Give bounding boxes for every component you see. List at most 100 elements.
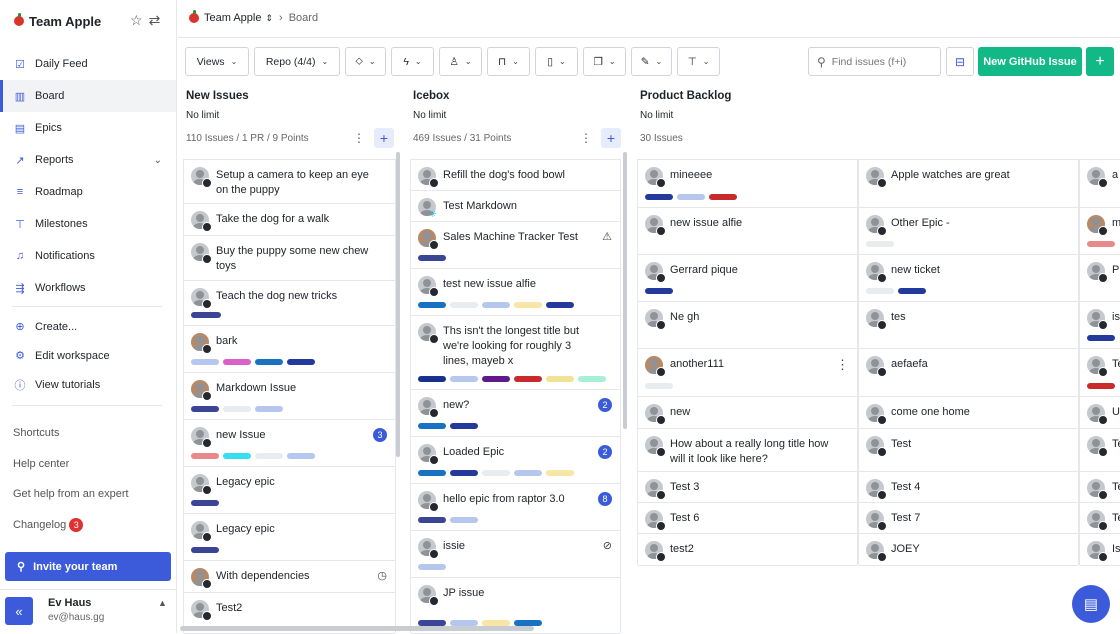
signpost-filter-dropdown[interactable]: ⊤ ⌄	[677, 47, 720, 76]
issue-card[interactable]: Other Epic -	[859, 208, 1078, 255]
issue-card[interactable]: m	[1080, 208, 1120, 255]
changelog-link[interactable]: Changelog 3	[13, 510, 129, 541]
issue-card[interactable]: Ul	[1080, 397, 1120, 429]
search-box[interactable]: ⚲	[808, 47, 941, 76]
add-button[interactable]: +	[1086, 47, 1114, 76]
horizontal-scrollbar[interactable]	[180, 626, 534, 631]
repo-filter-dropdown[interactable]: Repo (4/4) ⌄	[254, 47, 340, 76]
issue-card[interactable]: Legacy epic	[184, 514, 395, 561]
chevron-down-icon[interactable]: ⌄	[154, 155, 162, 166]
assignee-filter-dropdown[interactable]: ♙ ⌄	[439, 47, 482, 76]
add-card-button[interactable]: +	[374, 128, 394, 148]
issue-card[interactable]: a	[1080, 160, 1120, 208]
issue-card[interactable]: Markdown Issue	[184, 373, 395, 420]
search-input[interactable]	[831, 55, 932, 68]
issue-card[interactable]: Setup a camera to keep an eye on the pup…	[184, 160, 395, 204]
issue-card[interactable]: Test 7	[859, 503, 1078, 534]
issue-card[interactable]: Te	[1080, 349, 1120, 397]
issue-card[interactable]: come one home	[859, 397, 1078, 429]
label-filter-dropdown[interactable]: ⬦ ⌄	[345, 47, 386, 76]
issue-card[interactable]: Te	[1080, 429, 1120, 472]
issue-card[interactable]: Gerrard pique	[638, 255, 857, 302]
switch-icon[interactable]: ⇄	[149, 12, 167, 28]
issue-card[interactable]: Test 4	[859, 472, 1078, 503]
issue-card[interactable]: Apple watches are great	[859, 160, 1078, 208]
issue-card[interactable]: another111 ⋮	[638, 349, 857, 397]
edit-filter-dropdown[interactable]: ✎ ⌄	[631, 47, 672, 76]
board-settings-button[interactable]: ⊟	[946, 47, 974, 76]
issue-card[interactable]: Take the dog for a walk	[184, 204, 395, 236]
issue-card[interactable]: hello epic from raptor 3.0 8	[411, 484, 620, 531]
issue-card[interactable]: Te	[1080, 503, 1120, 534]
column-scrollbar[interactable]	[396, 152, 400, 457]
nav-view-tutorials[interactable]: ⓘ View tutorials	[0, 370, 176, 399]
add-card-button[interactable]: +	[601, 128, 621, 148]
document-filter-dropdown[interactable]: ▯ ⌄	[535, 47, 578, 76]
issue-card[interactable]: mineeee	[638, 160, 857, 208]
issue-card[interactable]: Sales Machine Tracker Test ⚠	[411, 222, 620, 269]
milestone-filter-dropdown[interactable]: ⊓ ⌄	[487, 47, 530, 76]
issue-card[interactable]: new Issue 3	[184, 420, 395, 467]
column-scrollbar[interactable]	[623, 152, 627, 429]
nav-workflows[interactable]: ⇶ Workflows	[0, 272, 176, 304]
label-tag	[677, 194, 705, 200]
nav-notifications[interactable]: ♫ Notifications	[0, 240, 176, 272]
nav-epics[interactable]: ▤ Epics	[0, 112, 176, 144]
card-menu-icon[interactable]: ⋮	[836, 357, 849, 373]
issue-card[interactable]: new issue alfie	[638, 208, 857, 255]
issue-card[interactable]: Ne gh	[638, 302, 857, 349]
issue-card[interactable]: Legacy epic	[184, 467, 395, 514]
nav-roadmap[interactable]: ≡ Roadmap	[0, 176, 176, 208]
more-icon[interactable]: ⋮	[580, 131, 592, 145]
help-center-link[interactable]: Help center	[13, 449, 129, 480]
priority-filter-dropdown[interactable]: ϟ ⌄	[391, 47, 434, 76]
issue-card[interactable]: new	[638, 397, 857, 429]
issue-card[interactable]: tes	[859, 302, 1078, 349]
more-icon[interactable]: ⋮	[353, 131, 365, 145]
issue-card[interactable]: aefaefa	[859, 349, 1078, 397]
views-dropdown[interactable]: Views ⌄	[185, 47, 249, 76]
divider	[12, 306, 162, 307]
issue-card[interactable]: With dependencies ◷	[184, 561, 395, 593]
issue-card[interactable]: Teach the dog new tricks	[184, 281, 395, 326]
new-github-issue-button[interactable]: New GitHub Issue	[978, 47, 1082, 76]
nav-edit-workspace[interactable]: ⚙ Edit workspace	[0, 341, 176, 370]
issue-card[interactable]: Test 6	[638, 503, 857, 534]
issue-card[interactable]: new ticket	[859, 255, 1078, 302]
workspace-name: Team Apple	[29, 13, 102, 29]
issue-card[interactable]: Pr	[1080, 255, 1120, 302]
issue-card[interactable]: new? 2	[411, 390, 620, 437]
issue-card[interactable]: bark	[184, 326, 395, 373]
issue-card[interactable]: Test	[859, 429, 1078, 472]
issue-card[interactable]: ✳ Test Markdown	[411, 191, 620, 222]
nav-daily-feed[interactable]: ☑ Daily Feed	[0, 48, 176, 80]
nav-board[interactable]: ▥ Board	[0, 80, 176, 112]
issue-card[interactable]: Loaded Epic 2	[411, 437, 620, 484]
nav-milestones[interactable]: ⊤ Milestones	[0, 208, 176, 240]
issue-card[interactable]: JOEY	[859, 534, 1078, 566]
chevron-up-icon[interactable]: ▲	[158, 598, 167, 608]
shortcuts-link[interactable]: Shortcuts	[13, 418, 129, 449]
nav-reports[interactable]: ↗ Reports ⌄	[0, 144, 176, 176]
issue-card[interactable]: Test 3	[638, 472, 857, 503]
issue-card[interactable]: How about a really long title how will i…	[638, 429, 857, 472]
chat-support-button[interactable]: ▤	[1072, 585, 1110, 623]
nav-create[interactable]: ⊕ Create...	[0, 312, 176, 341]
star-icon[interactable]: ☆	[130, 12, 149, 28]
issue-card[interactable]: issie ⊘	[411, 531, 620, 578]
issue-card[interactable]: test new issue alfie	[411, 269, 620, 316]
copy-filter-dropdown[interactable]: ❐ ⌄	[583, 47, 626, 76]
invite-team-button[interactable]: ⚲ Invite your team	[5, 552, 171, 581]
user-menu[interactable]: Ev Haus ev@haus.gg	[48, 597, 104, 623]
issue-card[interactable]: Refill the dog's food bowl	[411, 160, 620, 191]
breadcrumb-workspace[interactable]: Team Apple	[204, 12, 261, 24]
expert-help-link[interactable]: Get help from an expert	[13, 479, 129, 510]
issue-card[interactable]: Is	[1080, 534, 1120, 566]
issue-card[interactable]: test2	[638, 534, 857, 566]
collapse-sidebar-button[interactable]: «	[5, 597, 33, 625]
issue-card[interactable]: Buy the puppy some new chew toys	[184, 236, 395, 281]
issue-card[interactable]: Ths isn't the longest title but we're lo…	[411, 316, 620, 390]
issue-card[interactable]: Te	[1080, 472, 1120, 503]
workspace-switcher[interactable]: Team Apple	[14, 12, 101, 30]
issue-card[interactable]: is	[1080, 302, 1120, 349]
